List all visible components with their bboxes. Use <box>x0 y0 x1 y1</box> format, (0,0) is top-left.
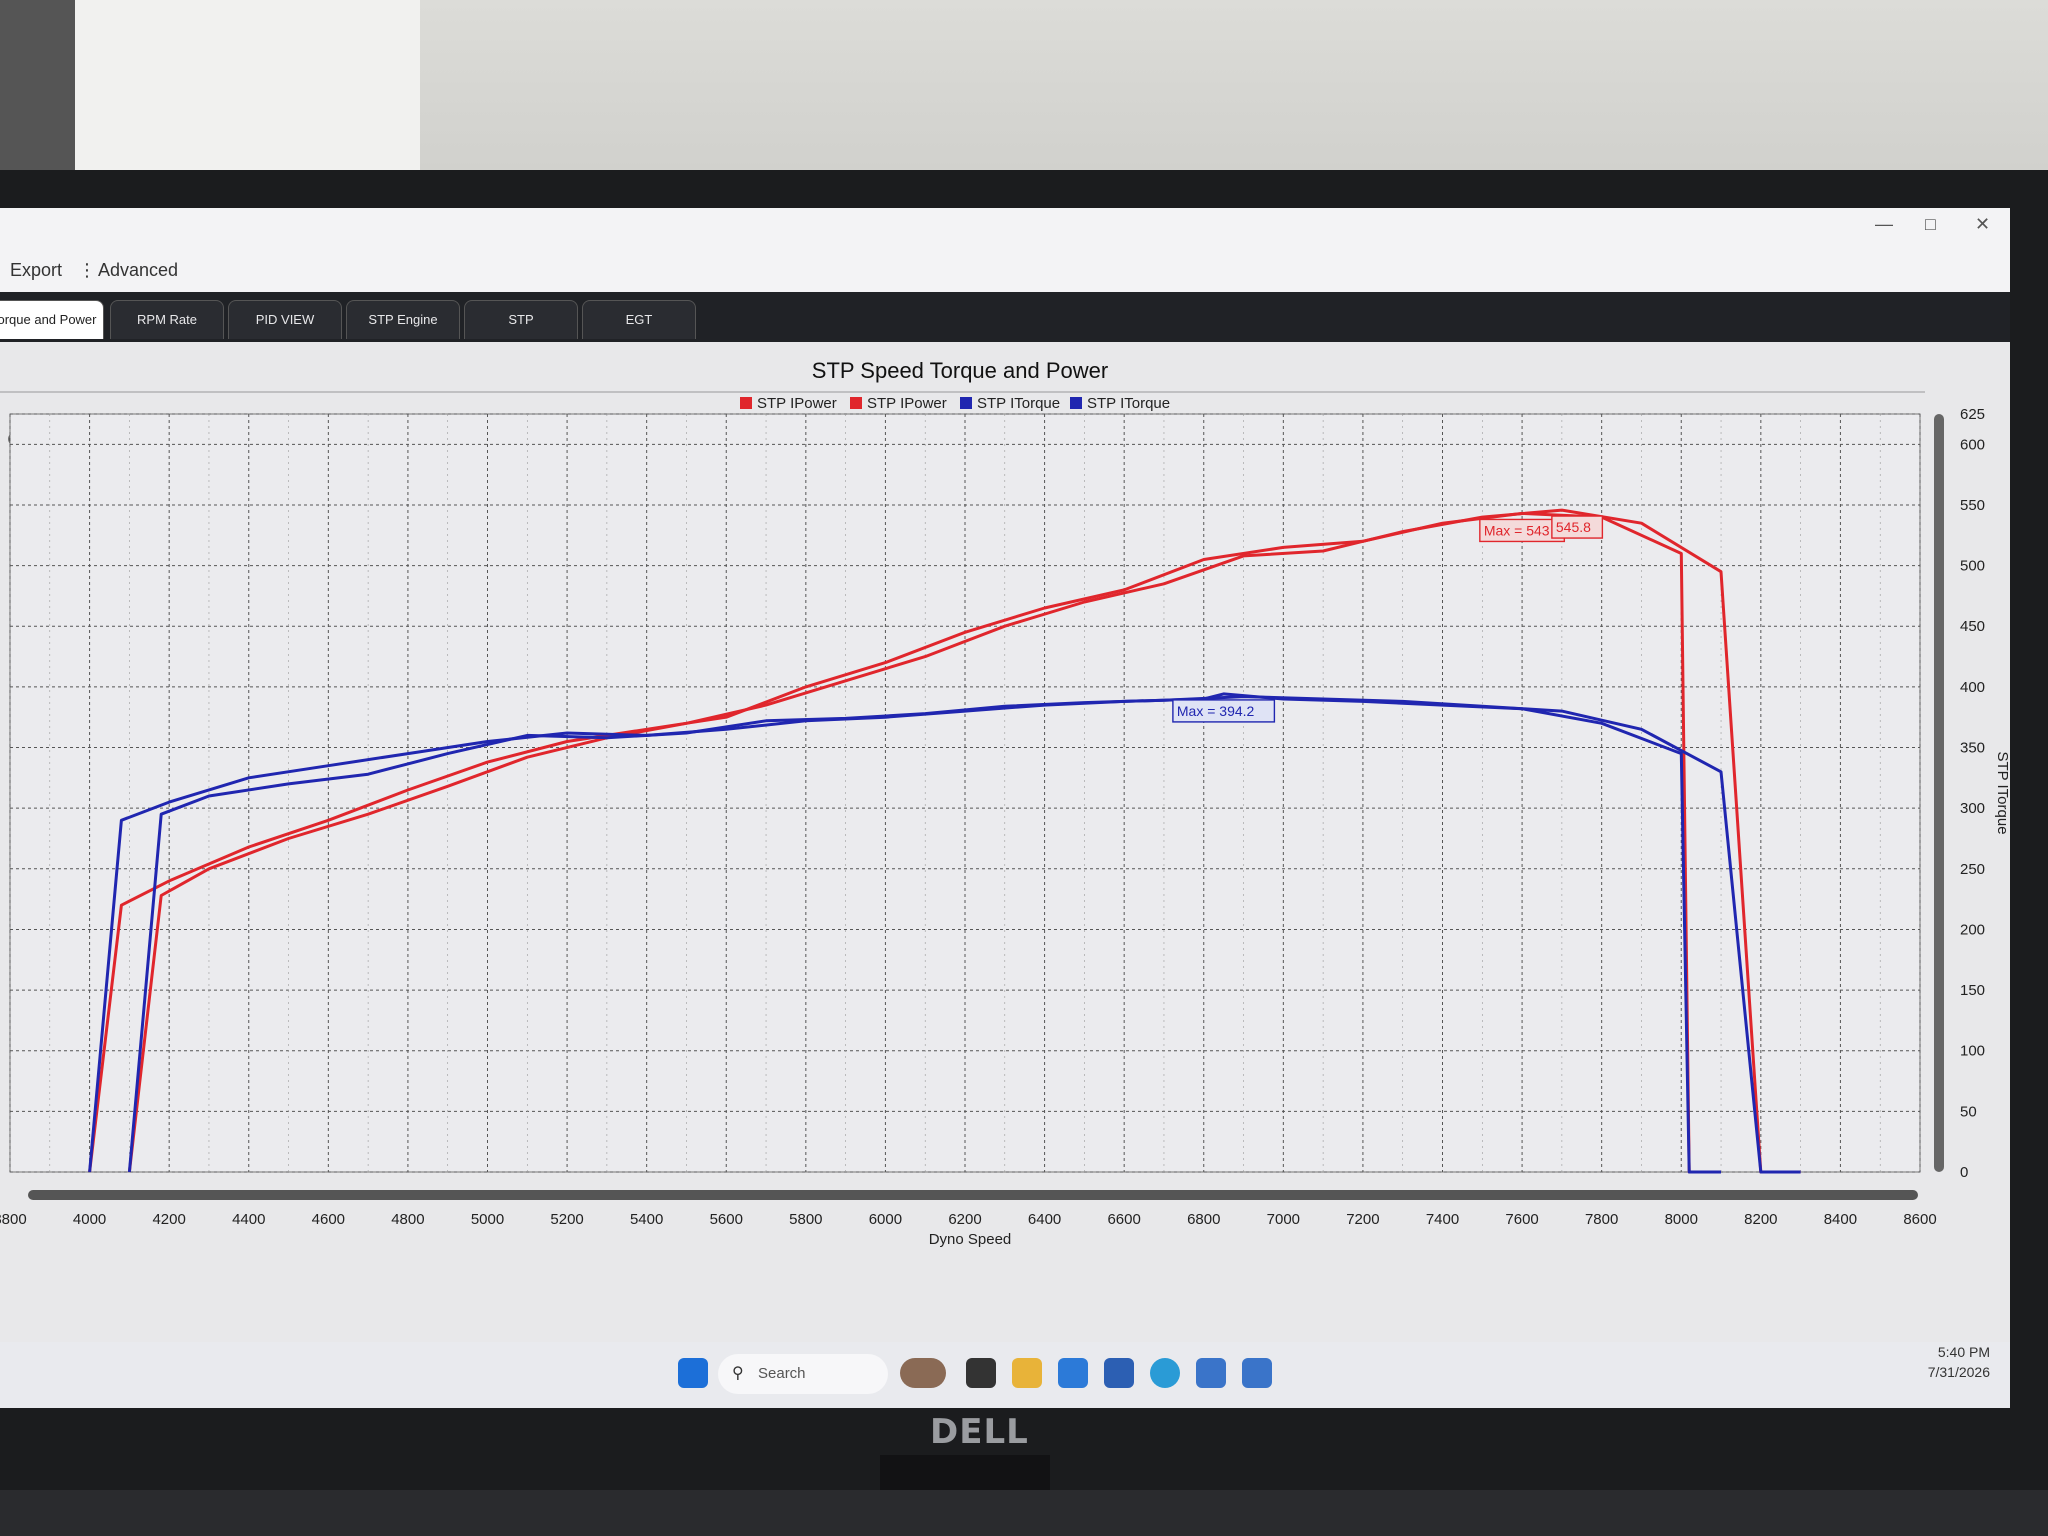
y-tick-label: 50 <box>1960 1103 1977 1120</box>
y-tick-label: 100 <box>1960 1043 1985 1060</box>
x-tick-label: 7600 <box>1505 1211 1538 1228</box>
taskbar-search[interactable]: ⚲ Search <box>718 1354 888 1394</box>
y-tick-label: 300 <box>1960 800 1985 817</box>
x-tick-label: 4400 <box>232 1211 265 1228</box>
annotation-label: Max = 543 <box>1484 522 1550 538</box>
y-tick-label: 0 <box>1960 1164 1968 1181</box>
x-tick-label: 7200 <box>1346 1211 1379 1228</box>
notepad-icon[interactable] <box>1104 1358 1134 1388</box>
start-icon[interactable] <box>678 1358 708 1388</box>
legend-swatch <box>1070 397 1082 409</box>
vertical-scrollbar[interactable] <box>1934 414 1944 1172</box>
horizontal-scrollbar[interactable] <box>28 1190 1918 1200</box>
legend-label: STP IPower <box>757 395 837 412</box>
dyno-app-icon[interactable] <box>1196 1358 1226 1388</box>
x-tick-label: 5600 <box>710 1211 743 1228</box>
x-tick-label: 6400 <box>1028 1211 1061 1228</box>
x-tick-label: 8600 <box>1903 1211 1936 1228</box>
y-axis-label: STP ITorque <box>1994 751 2010 834</box>
y-tick-label: 250 <box>1960 861 1985 878</box>
x-tick-label: 4200 <box>152 1211 185 1228</box>
y-tick-label: 500 <box>1960 558 1985 575</box>
x-tick-label: 7000 <box>1267 1211 1300 1228</box>
tab-stp[interactable]: STP <box>464 300 578 339</box>
x-axis-label: Dyno Speed <box>929 1231 1012 1248</box>
x-tick-label: 6800 <box>1187 1211 1220 1228</box>
calculator-icon[interactable] <box>1058 1358 1088 1388</box>
menu-advanced[interactable]: Advanced <box>98 260 178 281</box>
file-explorer-icon[interactable] <box>1012 1358 1042 1388</box>
monitor-logo: DELL <box>930 1412 1029 1452</box>
y-tick-label: 450 <box>1960 618 1985 635</box>
y-tick-label: 150 <box>1960 982 1985 999</box>
tab-stp-engine[interactable]: STP Engine <box>346 300 460 339</box>
x-tick-label: 7800 <box>1585 1211 1618 1228</box>
legend-label: STP ITorque <box>1087 395 1170 412</box>
x-tick-label: 8000 <box>1665 1211 1698 1228</box>
y-tick-label: 350 <box>1960 740 1985 757</box>
chart-panel: STP Speed Torque and Power STP IPower STP… <box>0 342 2010 1342</box>
x-tick-label: 4800 <box>391 1211 424 1228</box>
taskbar-time: 5:40 PM <box>1937 1344 1990 1360</box>
x-tick-label: 7400 <box>1426 1211 1459 1228</box>
window-titlebar: — □ ✕ <box>0 208 2010 248</box>
widgets-icon[interactable] <box>900 1358 946 1388</box>
task-view-icon[interactable] <box>966 1358 996 1388</box>
desk <box>0 1490 2048 1536</box>
legend-swatch <box>740 397 752 409</box>
legend-swatch <box>960 397 972 409</box>
y-tick-label: 200 <box>1960 921 1985 938</box>
tab-pid-view[interactable]: PID VIEW <box>228 300 342 339</box>
x-tick-label: 4600 <box>312 1211 345 1228</box>
y-tick-label: 550 <box>1960 497 1985 514</box>
x-tick-label: 8200 <box>1744 1211 1777 1228</box>
restore-icon[interactable]: □ <box>1925 214 1936 235</box>
x-tick-label: 3800 <box>0 1211 27 1228</box>
x-tick-label: 8400 <box>1824 1211 1857 1228</box>
search-label: Search <box>758 1365 806 1382</box>
y-tick-label: 400 <box>1960 679 1985 696</box>
tab-torque-and-power[interactable]: orque and Power <box>0 300 104 339</box>
tab-strip: orque and Power RPM Rate PID VIEW STP En… <box>0 292 2010 342</box>
search-icon: ⚲ <box>732 1365 744 1382</box>
y-tick-label: 600 <box>1960 436 1985 453</box>
x-tick-label: 5200 <box>550 1211 583 1228</box>
x-tick-label: 5400 <box>630 1211 663 1228</box>
menu-bar: Export ⋮ Advanced <box>0 248 2010 292</box>
x-tick-label: 4000 <box>73 1211 106 1228</box>
more-icon: ⋮ <box>78 260 96 280</box>
y-tick-label: 625 <box>1960 406 1985 423</box>
chart-title: STP Speed Torque and Power <box>812 358 1108 383</box>
edge-browser-icon[interactable] <box>1150 1358 1180 1388</box>
x-tick-label: 6000 <box>869 1211 902 1228</box>
dyno-app-2-icon[interactable] <box>1242 1358 1272 1388</box>
annotation-label: Max = 394.2 <box>1177 703 1255 719</box>
tab-rpm-rate[interactable]: RPM Rate <box>110 300 224 339</box>
taskbar <box>0 1342 2010 1408</box>
x-tick-label: 6600 <box>1107 1211 1140 1228</box>
minimize-icon[interactable]: — <box>1875 214 1893 235</box>
x-tick-label: 6200 <box>948 1211 981 1228</box>
annotation-label: 545.8 <box>1556 519 1591 535</box>
legend-swatch <box>850 397 862 409</box>
monitor-screen: — □ ✕ Export ⋮ Advanced orque and Power … <box>0 208 2010 1408</box>
x-tick-label: 5800 <box>789 1211 822 1228</box>
close-icon[interactable]: ✕ <box>1975 214 1990 235</box>
x-tick-label: 5000 <box>471 1211 504 1228</box>
taskbar-date: 7/31/2026 <box>1927 1364 1990 1380</box>
legend-label: STP IPower <box>867 395 947 412</box>
menu-export[interactable]: Export <box>10 260 62 281</box>
tab-egt[interactable]: EGT <box>582 300 696 339</box>
chart: STP Speed Torque and Power STP IPower STP… <box>0 358 2010 1248</box>
legend-label: STP ITorque <box>977 395 1060 412</box>
